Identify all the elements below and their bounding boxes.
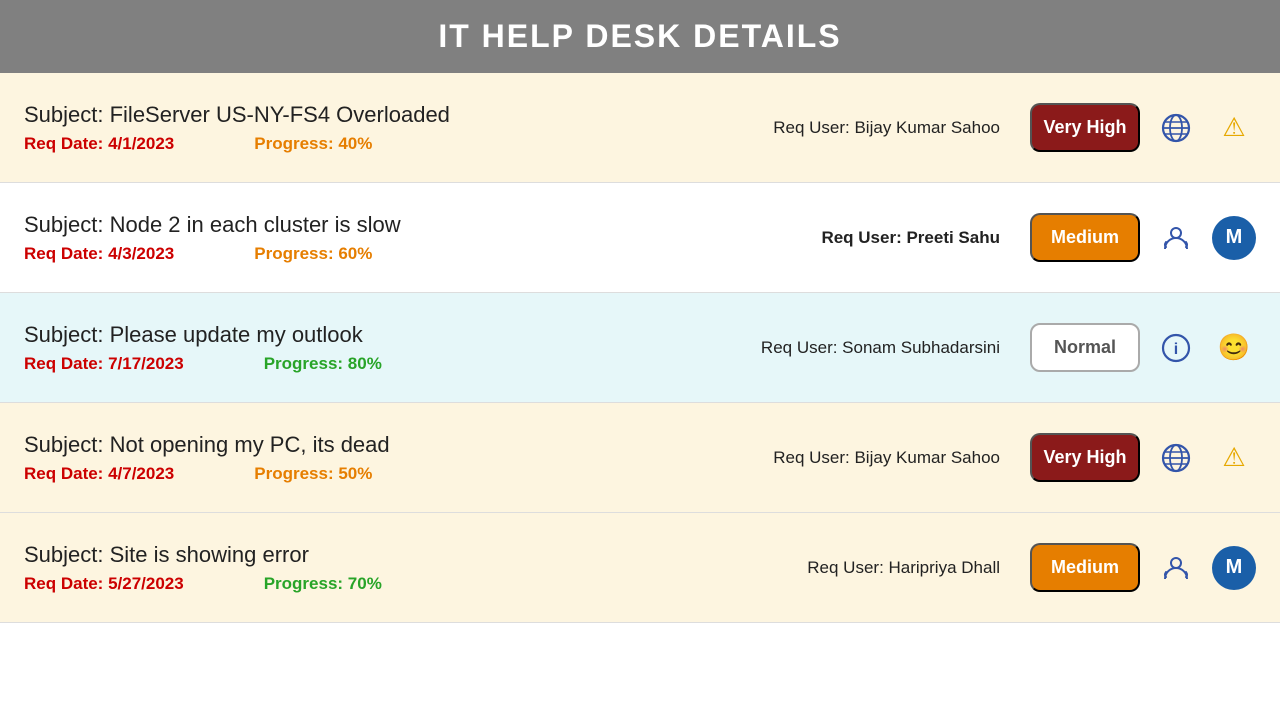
- req-date-1: Req Date: 4/1/2023: [24, 134, 174, 154]
- req-date-3: Req Date: 7/17/2023: [24, 354, 184, 374]
- svg-text:i: i: [1174, 341, 1178, 358]
- ticket-info-1: Subject: FileServer US-NY-FS4 Overloaded…: [24, 102, 766, 154]
- ticket-info-2: Subject: Node 2 in each cluster is slow …: [24, 212, 766, 264]
- ticket-meta-3: Req Date: 7/17/2023 Progress: 80%: [24, 354, 761, 374]
- ticket-row-1: Subject: FileServer US-NY-FS4 Overloaded…: [0, 73, 1280, 183]
- warning-icon: ⚠: [1212, 106, 1256, 150]
- req-user-5: Req User: Haripriya Dhall: [766, 558, 1016, 578]
- page-header: IT HELP DESK DETAILS: [0, 0, 1280, 73]
- warning-icon-2: ⚠: [1212, 436, 1256, 480]
- priority-badge-3[interactable]: Normal: [1030, 323, 1140, 372]
- ticket-right-4: Req User: Bijay Kumar Sahoo Very High ⚠: [766, 433, 1256, 482]
- priority-badge-4[interactable]: Very High: [1030, 433, 1140, 482]
- ticket-right-2: Req User: Preeti Sahu Medium M: [766, 213, 1256, 262]
- ticket-info-3: Subject: Please update my outlook Req Da…: [24, 322, 761, 374]
- priority-badge-1[interactable]: Very High: [1030, 103, 1140, 152]
- ticket-subject-5: Subject: Site is showing error: [24, 542, 766, 568]
- progress-2: Progress: 60%: [254, 244, 372, 264]
- req-user-3: Req User: Sonam Subhadarsini: [761, 338, 1016, 358]
- m-badge-icon: M: [1212, 216, 1256, 260]
- ticket-info-4: Subject: Not opening my PC, its dead Req…: [24, 432, 766, 484]
- page-title: IT HELP DESK DETAILS: [438, 18, 841, 54]
- ticket-row-4: Subject: Not opening my PC, its dead Req…: [0, 403, 1280, 513]
- req-date-2: Req Date: 4/3/2023: [24, 244, 174, 264]
- ticket-subject-3: Subject: Please update my outlook: [24, 322, 761, 348]
- req-user-4: Req User: Bijay Kumar Sahoo: [766, 448, 1016, 468]
- ticket-meta-2: Req Date: 4/3/2023 Progress: 60%: [24, 244, 766, 264]
- req-user-1: Req User: Bijay Kumar Sahoo: [766, 118, 1016, 138]
- smiley-icon: 😊: [1212, 326, 1256, 370]
- info-icon: i: [1154, 326, 1198, 370]
- support-icon: [1154, 216, 1198, 260]
- ticket-right-3: Req User: Sonam Subhadarsini Normal i 😊: [761, 323, 1256, 372]
- ticket-right-1: Req User: Bijay Kumar Sahoo Very High ⚠: [766, 103, 1256, 152]
- support-icon-2: [1154, 546, 1198, 590]
- globe-icon-2: [1154, 436, 1198, 480]
- priority-badge-2[interactable]: Medium: [1030, 213, 1140, 262]
- priority-badge-5[interactable]: Medium: [1030, 543, 1140, 592]
- req-date-5: Req Date: 5/27/2023: [24, 574, 184, 594]
- ticket-subject-2: Subject: Node 2 in each cluster is slow: [24, 212, 766, 238]
- ticket-right-5: Req User: Haripriya Dhall Medium M: [766, 543, 1256, 592]
- ticket-row-3: Subject: Please update my outlook Req Da…: [0, 293, 1280, 403]
- req-user-2: Req User: Preeti Sahu: [766, 228, 1016, 248]
- ticket-row-2: Subject: Node 2 in each cluster is slow …: [0, 183, 1280, 293]
- progress-3: Progress: 80%: [264, 354, 382, 374]
- progress-5: Progress: 70%: [264, 574, 382, 594]
- ticket-subject-4: Subject: Not opening my PC, its dead: [24, 432, 766, 458]
- m-badge-icon-2: M: [1212, 546, 1256, 590]
- ticket-meta-5: Req Date: 5/27/2023 Progress: 70%: [24, 574, 766, 594]
- ticket-meta-1: Req Date: 4/1/2023 Progress: 40%: [24, 134, 766, 154]
- progress-4: Progress: 50%: [254, 464, 372, 484]
- ticket-meta-4: Req Date: 4/7/2023 Progress: 50%: [24, 464, 766, 484]
- progress-1: Progress: 40%: [254, 134, 372, 154]
- ticket-subject-1: Subject: FileServer US-NY-FS4 Overloaded: [24, 102, 766, 128]
- tickets-container: Subject: FileServer US-NY-FS4 Overloaded…: [0, 73, 1280, 718]
- globe-icon: [1154, 106, 1198, 150]
- req-date-4: Req Date: 4/7/2023: [24, 464, 174, 484]
- ticket-row-5: Subject: Site is showing error Req Date:…: [0, 513, 1280, 623]
- ticket-info-5: Subject: Site is showing error Req Date:…: [24, 542, 766, 594]
